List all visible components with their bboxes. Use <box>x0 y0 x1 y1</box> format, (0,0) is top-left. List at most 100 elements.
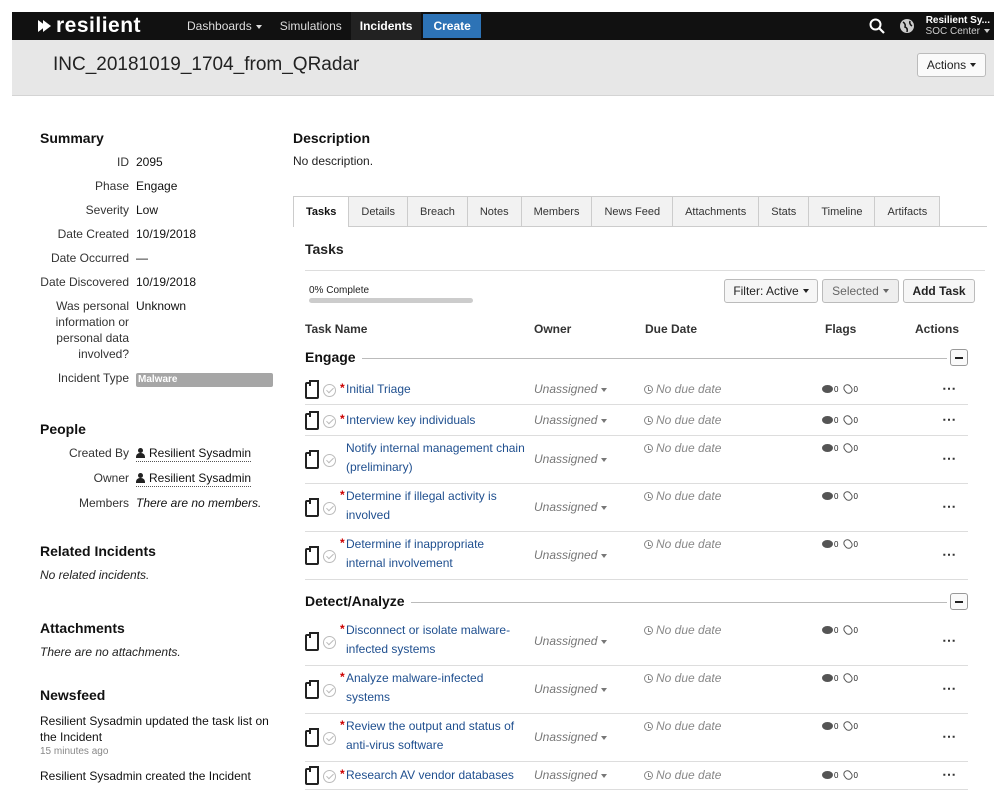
selected-dropdown[interactable]: Selected <box>822 279 899 303</box>
complete-check-icon[interactable] <box>323 770 336 783</box>
column-owner[interactable]: Owner <box>534 322 571 336</box>
nav-dashboards[interactable]: Dashboards <box>178 12 271 40</box>
owner-value: Unassigned <box>534 452 598 466</box>
task-name-link[interactable]: Research AV vendor databases <box>346 766 526 785</box>
owner-dropdown[interactable]: Unassigned <box>534 730 608 744</box>
due-date[interactable]: No due date <box>644 671 721 685</box>
tab-tasks[interactable]: Tasks <box>293 196 350 227</box>
comment-icon[interactable] <box>822 722 833 730</box>
clipboard-icon[interactable] <box>305 450 319 469</box>
more-actions-icon[interactable]: ⋯ <box>942 546 956 563</box>
clipboard-icon[interactable] <box>305 546 319 565</box>
comment-icon[interactable] <box>822 540 833 548</box>
attachment-count: 0 <box>853 625 858 635</box>
more-actions-icon[interactable]: ⋯ <box>942 380 956 397</box>
clipboard-icon[interactable] <box>305 766 319 785</box>
complete-check-icon[interactable] <box>323 636 336 649</box>
comment-count: 0 <box>834 443 839 453</box>
due-date[interactable]: No due date <box>644 489 721 503</box>
tasks-heading: Tasks <box>305 241 344 257</box>
complete-check-icon[interactable] <box>323 550 336 563</box>
comment-icon[interactable] <box>822 674 833 682</box>
tab-attachments[interactable]: Attachments <box>672 196 760 226</box>
clipboard-icon[interactable] <box>305 411 319 430</box>
more-actions-icon[interactable]: ⋯ <box>942 728 956 745</box>
task-name-link[interactable]: Notify internal management chain (prelim… <box>346 439 526 477</box>
more-actions-icon[interactable]: ⋯ <box>942 632 956 649</box>
complete-check-icon[interactable] <box>323 502 336 515</box>
due-date[interactable]: No due date <box>644 537 721 551</box>
due-date[interactable]: No due date <box>644 768 721 782</box>
nav-simulations[interactable]: Simulations <box>271 12 351 40</box>
incident-type-tag[interactable]: Malware <box>136 373 273 387</box>
comment-icon[interactable] <box>822 444 833 452</box>
task-name-link[interactable]: Review the output and status of anti-vir… <box>346 717 526 755</box>
owner-dropdown[interactable]: Unassigned <box>534 768 608 782</box>
complete-check-icon[interactable] <box>323 384 336 397</box>
collapse-button[interactable] <box>950 593 968 610</box>
owner-dropdown[interactable]: Unassigned <box>534 452 608 466</box>
tab-stats[interactable]: Stats <box>758 196 810 226</box>
owner-user[interactable]: Resilient Sysadmin <box>136 470 252 487</box>
task-name-link[interactable]: Analyze malware-infected systems <box>346 669 526 707</box>
actions-button[interactable]: Actions <box>917 53 986 77</box>
user-menu[interactable]: Resilient Sy... SOC Center <box>926 15 990 37</box>
column-due-date[interactable]: Due Date <box>645 322 697 336</box>
more-actions-icon[interactable]: ⋯ <box>942 498 956 515</box>
owner-dropdown[interactable]: Unassigned <box>534 382 608 396</box>
tab-details[interactable]: Details <box>348 196 408 226</box>
add-task-button[interactable]: Add Task <box>903 279 975 303</box>
due-date[interactable]: No due date <box>644 719 721 733</box>
column-task-name[interactable]: Task Name <box>305 322 367 336</box>
task-name-link[interactable]: Determine if illegal activity is involve… <box>346 487 526 525</box>
owner-dropdown[interactable]: Unassigned <box>534 548 608 562</box>
clipboard-icon[interactable] <box>305 632 319 651</box>
comment-icon[interactable] <box>822 492 833 500</box>
complete-check-icon[interactable] <box>323 415 336 428</box>
owner-value: Unassigned <box>534 548 598 562</box>
complete-check-icon[interactable] <box>323 454 336 467</box>
tab-notes[interactable]: Notes <box>466 196 522 226</box>
task-name-link[interactable]: Determine if inappropriate internal invo… <box>346 535 526 573</box>
tab-artifacts[interactable]: Artifacts <box>874 196 941 226</box>
due-date[interactable]: No due date <box>644 441 721 455</box>
created-by-user[interactable]: Resilient Sysadmin <box>136 445 252 462</box>
owner-dropdown[interactable]: Unassigned <box>534 682 608 696</box>
clipboard-icon[interactable] <box>305 498 319 517</box>
clipboard-icon[interactable] <box>305 728 319 747</box>
task-name-link[interactable]: Disconnect or isolate malware-infected s… <box>346 621 526 659</box>
task-name-link[interactable]: Interview key individuals <box>346 411 526 430</box>
create-button[interactable]: Create <box>423 14 481 38</box>
comment-icon[interactable] <box>822 416 833 424</box>
field-key: Incident Type <box>57 371 129 385</box>
owner-dropdown[interactable]: Unassigned <box>534 634 608 648</box>
clipboard-icon[interactable] <box>305 380 319 399</box>
nav-incidents[interactable]: Incidents <box>350 12 422 40</box>
more-actions-icon[interactable]: ⋯ <box>942 680 956 697</box>
owner-dropdown[interactable]: Unassigned <box>534 500 608 514</box>
tab-members[interactable]: Members <box>520 196 593 226</box>
more-actions-icon[interactable]: ⋯ <box>942 450 956 467</box>
comment-icon[interactable] <box>822 771 833 779</box>
due-date[interactable]: No due date <box>644 382 721 396</box>
tab-breach[interactable]: Breach <box>407 196 468 226</box>
comment-icon[interactable] <box>822 385 833 393</box>
tab-news-feed[interactable]: News Feed <box>591 196 674 226</box>
more-actions-icon[interactable]: ⋯ <box>942 411 956 428</box>
comment-icon[interactable] <box>822 626 833 634</box>
due-date[interactable]: No due date <box>644 413 721 427</box>
owner-dropdown[interactable]: Unassigned <box>534 413 608 427</box>
globe-icon[interactable] <box>896 15 918 37</box>
tab-timeline[interactable]: Timeline <box>808 196 876 226</box>
clipboard-icon[interactable] <box>305 680 319 699</box>
logo[interactable]: resilient <box>38 14 178 38</box>
collapse-button[interactable] <box>950 349 968 366</box>
search-icon[interactable] <box>866 15 888 37</box>
complete-check-icon[interactable] <box>323 732 336 745</box>
more-actions-icon[interactable]: ⋯ <box>942 766 956 783</box>
progress-bar <box>309 298 473 303</box>
due-date[interactable]: No due date <box>644 623 721 637</box>
complete-check-icon[interactable] <box>323 684 336 697</box>
task-name-link[interactable]: Initial Triage <box>346 380 526 399</box>
filter-dropdown[interactable]: Filter: Active <box>724 279 818 303</box>
